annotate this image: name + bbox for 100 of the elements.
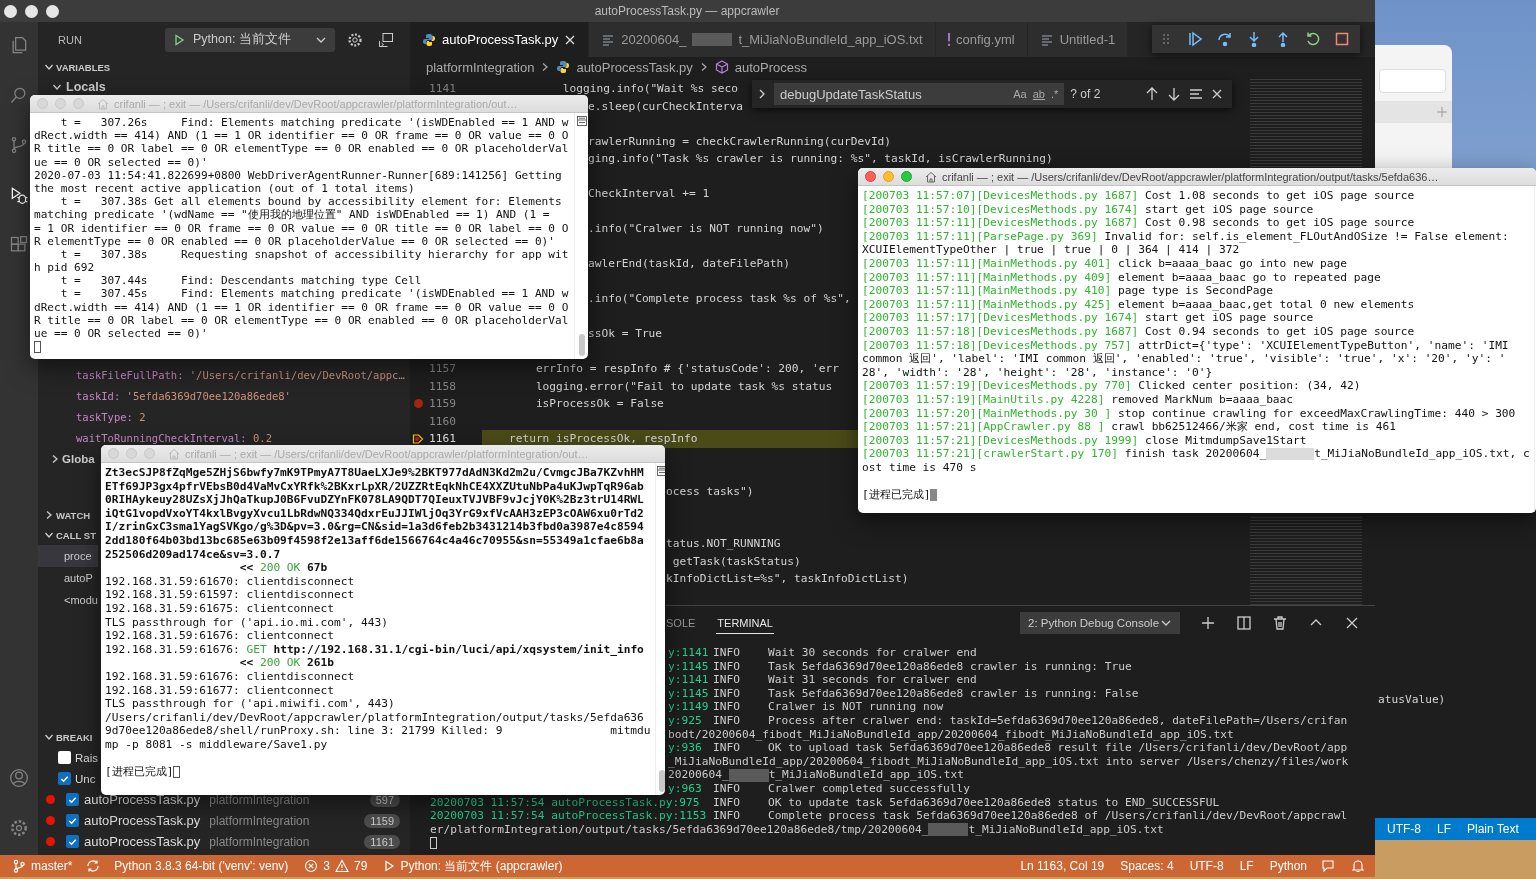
sync-icon[interactable] [86,859,101,873]
terminal-line: /Users/crifanli/dev/DevRoot/appcrawler/platformIntegration/output/tasks/5efda636 [105,710,644,725]
status-item[interactable]: UTF-8 [1387,822,1421,836]
split-view-icon[interactable] [576,116,587,126]
continue-icon[interactable] [1187,31,1204,47]
checkbox[interactable] [66,793,79,806]
panel-title: RUN [58,33,83,46]
editor-tab[interactable]: config.yml [935,22,1028,57]
terminal-line: 192.168.31.59:61677: clientconnect [105,683,334,698]
code-line: awlerEnd(taskId, dateFilePath) [588,256,791,272]
arrow-up-icon[interactable] [1144,86,1160,102]
window-title: crifanli — ; exit — /Users/crifanli/dev/DevRoot/appcrawler/platformIntegration/out… [185,447,589,460]
editor-tab[interactable]: 20200604_ t_MiJiaNoBundleId_app_iOS.txt [589,22,936,57]
status-item[interactable]: Plain Text [1467,822,1519,836]
terminal-line: 20200703 11:57:54 autoProcessTask.py:1153 INFO Complete process task 5efda6369d70ee120a86ede8 of /Users/crifanli/dev/DevRoot/appcrawl [430,809,1348,823]
arrow-down-icon[interactable] [1166,86,1182,102]
input-field[interactable] [1379,69,1446,93]
problems-status[interactable]: 3 79 [302,859,370,873]
trash-icon[interactable] [1272,614,1288,631]
zoom-button[interactable] [46,4,59,18]
terminal-dropdown[interactable]: 2: Python Debug Console [1020,611,1180,634]
checkbox[interactable] [58,772,71,785]
stack-frame[interactable]: autoP [38,567,98,589]
play-icon [173,33,185,46]
tree-item[interactable]: Locals [38,77,410,97]
breadcrumb-item[interactable]: platformIntegration [426,59,535,75]
account-icon[interactable] [9,768,29,788]
checkbox[interactable] [66,814,79,827]
terminal-line: TLS passthrough for ('api.miwifi.com', 443) [105,697,395,711]
checkbox[interactable] [66,835,79,848]
close-icon[interactable] [564,33,577,46]
branch-icon[interactable] [9,135,29,155]
editor-tab[interactable]: autoProcessTask.py [410,22,590,57]
feedback-icon[interactable] [1321,859,1335,873]
language-status[interactable]: Python [1267,859,1309,873]
terminal-line: [200703 11:57:21][crawlerStart.py 170] finish task 20200604_ t_MiJiaNoBundleId_app_iOS.txt, c [862,447,1530,461]
selection-icon[interactable] [1188,86,1204,102]
split-view-icon[interactable] [657,466,665,476]
window-title: crifanli — ; exit — /Users/crifanli/dev/DevRoot/appcrawler/platformIntegration/output/tasks/5efda636… [942,170,1439,183]
whole-word-toggle[interactable]: ab [1032,88,1045,100]
breakpoint-folder: platformIntegration [209,834,310,849]
section-header[interactable]: WATCH [38,505,91,525]
match-case-toggle[interactable]: Aa [1013,88,1027,100]
variable-item[interactable]: taskType: 2 [38,407,410,428]
breakpoint-file[interactable]: autoProcessTask.py [84,792,201,807]
step-into-icon[interactable] [1246,31,1262,47]
breakpoint-file[interactable]: autoProcessTask.py [84,813,201,828]
indentation-status[interactable]: Spaces: 4 [1118,859,1176,873]
regex-toggle[interactable]: .* [1051,88,1059,100]
section-header[interactable]: VARIABLES [38,57,111,77]
scrollbar-thumb[interactable] [659,770,665,792]
bell-icon[interactable] [1351,859,1365,873]
checkbox[interactable] [58,751,71,764]
terminal-line: t = 307.38s Requesting snapshot of accessibility hierarchy for app wit [59,247,569,262]
launch-config-dropdown[interactable]: Python: 当前文件 [165,27,335,52]
variable-item[interactable]: waitToRunningCheckInterval: 0.2 [38,428,410,449]
settings-icon[interactable] [347,31,363,48]
tree-item[interactable]: Globa [38,449,95,469]
panel-tab[interactable]: TERMINAL [716,611,774,634]
terminal-line: [200703 11:57:18][DevicesMethods.py 1687] Cost 0.94 seconds to get iOS page source [862,324,1415,339]
terminal-line: er/platformIntegration/output/tasks/5efda6369d70ee120a86ede8/tmp/20200604_ t_MiJiaNoBundleId_app_iOS.txt [430,822,1164,837]
restart-icon[interactable] [1304,31,1321,47]
line-ending-status[interactable]: LF [1237,859,1256,873]
stack-frame[interactable]: proce [38,545,98,567]
section-header[interactable]: CALL ST [38,525,96,545]
code-line: .info("Complete process task %s of %s", [588,291,851,307]
line-count-badge: 1159 [364,813,400,828]
editor-tab[interactable]: Untitled-1 [1027,22,1129,57]
variable-item[interactable]: taskId: '5efda6369d70ee120a86ede8' [38,386,410,407]
cursor-position[interactable]: Ln 1163, Col 19 [1018,859,1107,873]
split-icon[interactable] [1236,614,1252,631]
interpreter-status[interactable]: Python 3.8.3 64-bit ('venv': venv) [112,859,291,873]
breadcrumb-item[interactable]: autoProcessTask.py [576,59,693,75]
section-header[interactable]: BREAKI [38,727,93,747]
plus-icon[interactable] [1200,614,1216,631]
terminal-line: TLS passthrough for ('api.io.mi.com', 443) [105,615,388,630]
branch-status[interactable]: master* [10,859,75,873]
breakpoint-file[interactable]: autoProcessTask.py [84,834,201,849]
terminal-line: [200703 11:57:11][MainMethods.py 425] element b=aaaa_baac,get total 0 new elements [862,297,1415,312]
encoding-status[interactable]: UTF-8 [1187,859,1226,873]
launch-status[interactable]: Python: 当前文件 (appcrawler) [381,857,565,875]
panel-tab[interactable]: SOLE [665,611,697,634]
minimize-button[interactable] [25,4,38,18]
status-item[interactable]: LF [1437,822,1451,836]
scrollbar-thumb[interactable] [578,334,585,356]
debug-console-icon[interactable] [378,31,394,48]
close-button[interactable] [4,4,17,18]
bug-icon[interactable] [9,185,29,205]
stop-icon[interactable] [1333,31,1350,47]
terminal-line: [200703 11:57:18][DevicesMethods.py 757] attrDict={'type': 'XCUIElementTypeButton', 'name': 'IMI [862,338,1509,353]
close-icon[interactable] [1210,87,1224,101]
terminal-line: Zt3ecSJP8fZqMge5ZHjS6bwfy7mK9TPmyA7T8UaeLXJe9%2BKT977dAdN3Kd2m2u/CvmgcJBa7KZvhHM [105,466,644,480]
breadcrumb-item[interactable]: autoProcess [734,59,807,75]
search-field[interactable]: debugUpdateTaskStatus Aa ab .* [774,83,1065,105]
step-over-icon[interactable] [1216,31,1233,47]
variable-item[interactable]: taskFileFullPath: '/Users/crifanli/dev/DevRoot/appc… [38,365,410,386]
line-number: 1161 [428,431,456,447]
terminal-line: = 1 OR identifier == 0 OR frame == 0 OR value == 0 OR title == 0 OR label == 0 O [34,221,569,235]
home-icon [925,170,937,183]
stack-frame[interactable]: <modu [38,589,98,611]
